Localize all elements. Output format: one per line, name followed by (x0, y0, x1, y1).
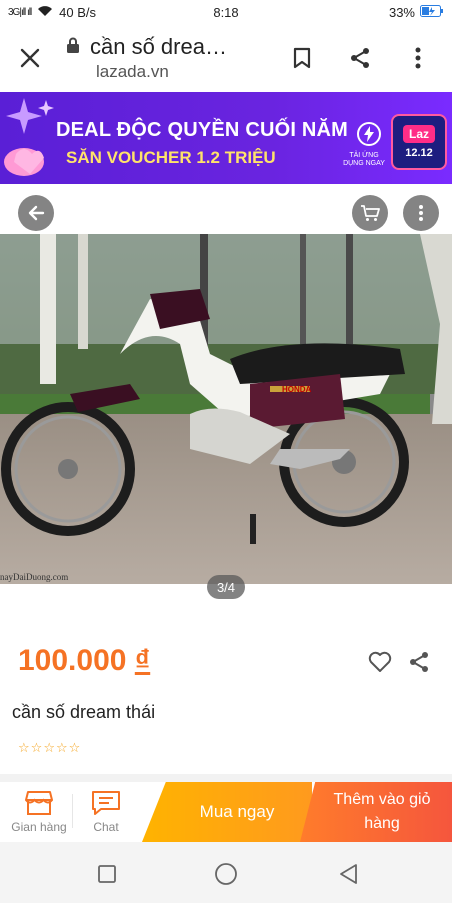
bottom-action-bar: Gian hàng Chat Mua ngay Thêm vào giỏ hàn… (0, 782, 452, 842)
honda-logo: HONDA (282, 385, 312, 394)
image-watermark: nayDaiDuong.com (0, 572, 69, 582)
chat-button[interactable]: Chat (76, 782, 136, 842)
cart-button[interactable] (352, 195, 388, 231)
bookmark-button[interactable] (284, 40, 320, 76)
back-button[interactable] (18, 195, 54, 231)
system-nav-bar (0, 842, 452, 903)
chat-icon (92, 791, 120, 815)
recent-apps-icon (98, 865, 116, 883)
arrow-left-icon (28, 205, 45, 221)
more-vert-icon (419, 205, 423, 221)
banner-headline: DEAL ĐỘC QUYỀN CUỐI NĂM (56, 119, 349, 141)
price-value: 100.000 (18, 644, 127, 677)
chat-label: Chat (93, 820, 119, 834)
motorbike-photo: HONDA (0, 234, 452, 584)
product-price: 100.000 ₫ (18, 644, 150, 678)
buy-now-button[interactable]: Mua ngay (142, 782, 312, 842)
share-icon (410, 652, 428, 672)
page: 3G|ıll ıll 40 B/s 8:18 33% cần số drea… (0, 0, 452, 903)
store-button[interactable]: Gian hàng (6, 782, 72, 842)
product-image[interactable]: HONDA (0, 234, 452, 584)
bottom-bar-separator (72, 794, 73, 828)
buy-now-label: Mua ngay (199, 802, 275, 821)
share-page-button[interactable] (342, 40, 378, 76)
laz-date: 12.12 (405, 147, 433, 159)
status-bar: 3G|ıll ıll 40 B/s 8:18 33% (0, 0, 452, 24)
star-empty-icon: ☆ (68, 740, 81, 755)
url-bar[interactable]: cần số drea… lazada.vn (60, 34, 284, 82)
share-product-button[interactable] (405, 648, 433, 676)
banner-cta: TẢI ỨNG DỤNG NGAY (343, 152, 385, 167)
gallery-more-button[interactable] (403, 195, 439, 231)
home-icon (215, 863, 237, 885)
heart-icon (368, 651, 392, 672)
add-to-cart-button[interactable]: Thêm vào giỏ hàng (300, 782, 452, 842)
gallery-controls (0, 184, 452, 236)
star-empty-icon: ☆ (18, 740, 30, 755)
star-empty-icon: ☆ (30, 740, 43, 755)
home-button[interactable] (212, 860, 240, 888)
bookmark-icon (293, 47, 311, 69)
star-empty-icon: ☆ (55, 740, 68, 755)
rating-stars[interactable]: ☆ ☆ ☆ ☆ ☆ (18, 741, 80, 755)
store-label: Gian hàng (11, 820, 67, 834)
star-empty-icon: ☆ (43, 740, 55, 755)
system-back-button[interactable] (334, 860, 362, 888)
wishlist-button[interactable] (366, 648, 394, 676)
close-icon (20, 48, 40, 68)
more-options-button[interactable] (400, 40, 436, 76)
toolbar-actions (284, 40, 452, 76)
cart-icon (361, 205, 380, 221)
tab-title: cần số drea… (90, 34, 227, 59)
banner-subheadline: SĂN VOUCHER 1.2 TRIỆU (66, 148, 276, 167)
url-title-row: cần số drea… (66, 34, 284, 60)
share-icon (351, 48, 369, 68)
store-icon (25, 791, 53, 815)
image-counter: 3/4 (207, 575, 245, 599)
browser-toolbar: cần số drea… lazada.vn (0, 24, 452, 92)
close-button[interactable] (0, 24, 60, 92)
status-time: 8:18 (213, 4, 239, 20)
more-vert-icon (415, 47, 421, 69)
lock-icon (66, 37, 80, 58)
recent-apps-button[interactable] (93, 860, 121, 888)
back-icon (340, 864, 357, 884)
promo-banner[interactable]: DEAL ĐỘC QUYỀN CUỐI NĂM SĂN VOUCHER 1.2 … (0, 92, 452, 184)
laz-1212-badge: Laz 12.12 (391, 114, 447, 170)
price-currency: ₫ (134, 644, 151, 677)
section-divider (0, 774, 452, 782)
product-title: cần số dream thái (12, 702, 156, 722)
laz-logo: Laz (402, 125, 435, 143)
page-domain: lazada.vn (96, 62, 169, 81)
add-to-cart-label: Thêm vào giỏ hàng (333, 791, 431, 832)
lightning-icon (357, 122, 381, 146)
